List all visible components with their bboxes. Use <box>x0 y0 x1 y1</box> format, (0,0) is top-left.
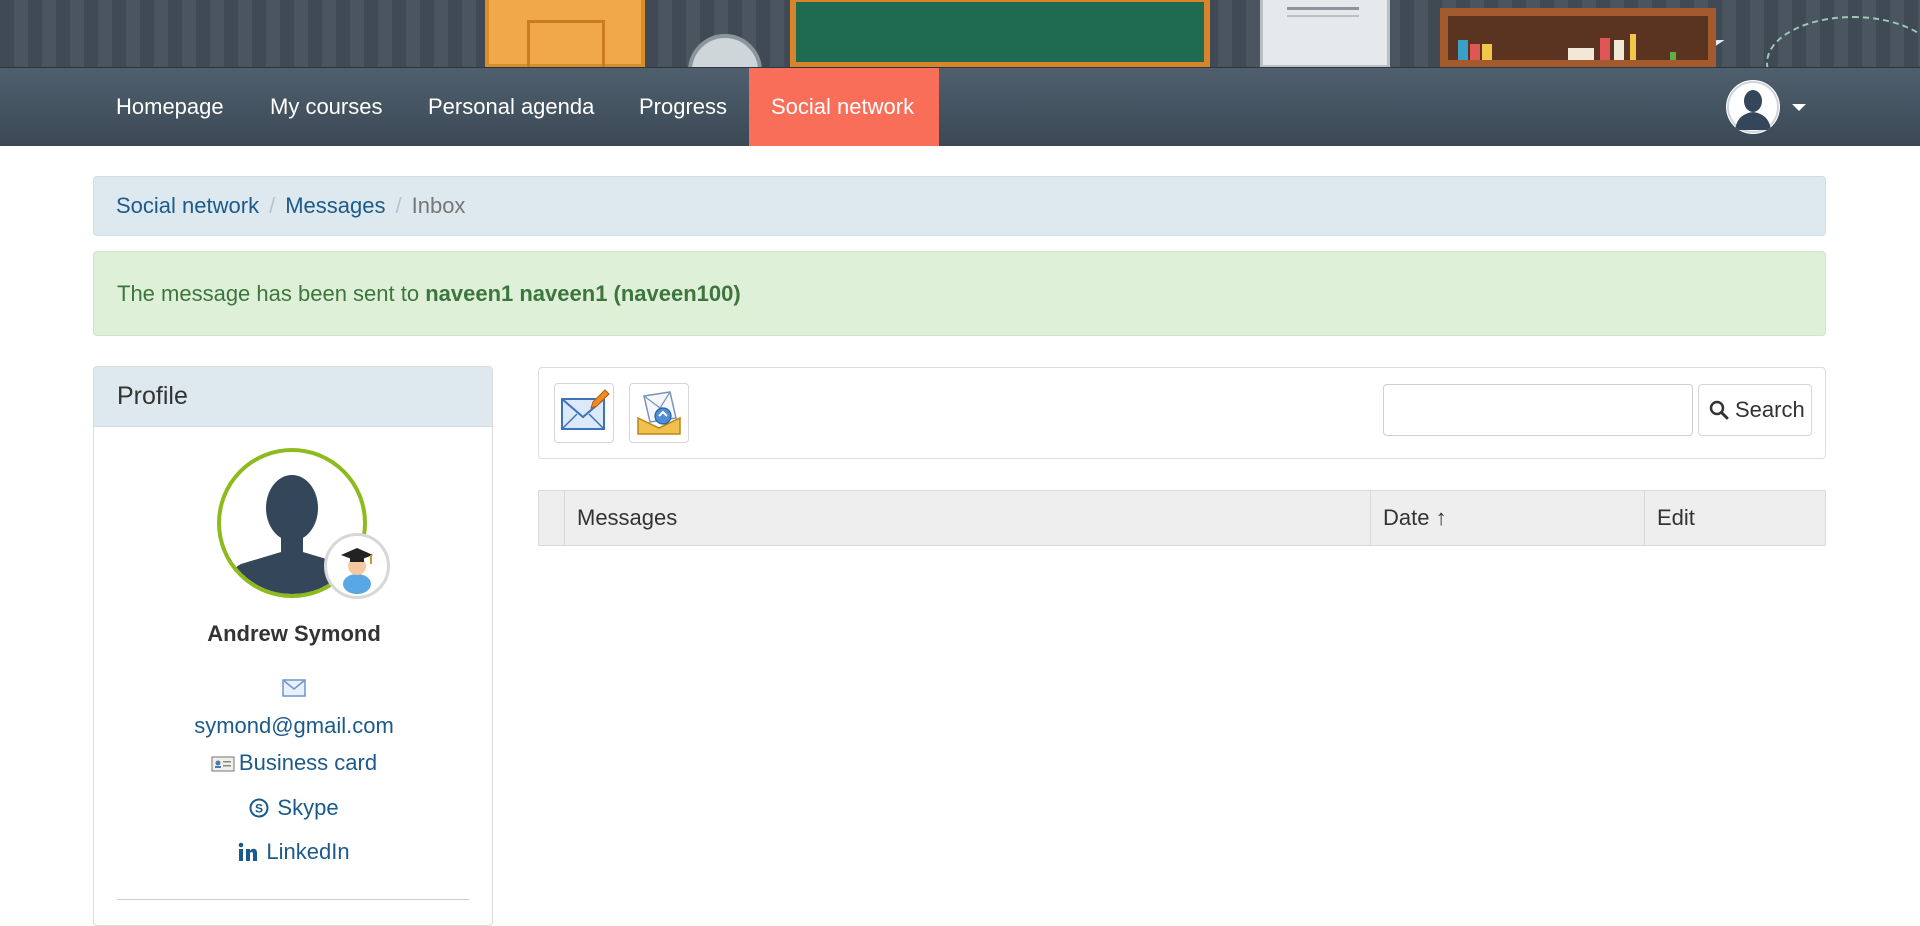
column-header-date[interactable]: Date ↑ <box>1371 491 1645 545</box>
alert-text: The message has been sent to <box>117 281 426 306</box>
linkedin-link[interactable]: LinkedIn <box>94 839 492 865</box>
breadcrumb-separator: / <box>395 193 402 218</box>
column-header-edit: Edit <box>1657 505 1695 530</box>
sent-messages-icon <box>637 391 681 435</box>
student-role-icon <box>324 533 390 599</box>
business-card-link[interactable]: Business card <box>94 750 492 776</box>
breadcrumb: Social network / Messages / Inbox <box>93 176 1826 236</box>
envelope-icon <box>282 679 306 697</box>
profile-name: Andrew Symond <box>207 621 381 646</box>
breadcrumb-link-messages[interactable]: Messages <box>285 193 385 218</box>
profile-heading: Profile <box>94 367 492 427</box>
breadcrumb-current: Inbox <box>411 193 466 218</box>
linkedin-label: LinkedIn <box>266 839 350 864</box>
search-icon <box>1709 400 1729 420</box>
select-column-header[interactable] <box>539 491 565 545</box>
nav-item-my-courses[interactable]: My courses <box>248 68 404 146</box>
skype-icon: S <box>249 798 269 818</box>
user-menu-dropdown[interactable] <box>1726 80 1806 136</box>
sent-messages-button[interactable] <box>629 383 689 443</box>
nav-item-progress[interactable]: Progress <box>617 68 749 146</box>
email-icon-link[interactable] <box>94 677 492 703</box>
compose-message-icon <box>561 389 610 430</box>
linkedin-icon <box>239 842 258 861</box>
business-card-label: Business card <box>238 750 378 775</box>
nav-item-homepage[interactable]: Homepage <box>94 68 246 146</box>
business-card-icon <box>211 756 235 772</box>
chevron-down-icon <box>1792 104 1806 111</box>
profile-panel: Profile Andrew Symond symond@gmail.com B… <box>93 366 493 926</box>
profile-email-link[interactable]: symond@gmail.com <box>94 713 492 739</box>
search-input[interactable] <box>1383 384 1693 436</box>
messages-table: Messages Date ↑ Edit <box>538 490 1826 546</box>
search-button[interactable]: Search <box>1698 384 1812 436</box>
messages-toolbar: Search <box>538 367 1826 459</box>
banner-cabinet-illustration <box>1260 0 1390 67</box>
skype-label: Skype <box>277 795 339 820</box>
user-silhouette-icon <box>1727 81 1779 133</box>
banner-door-illustration <box>485 0 645 67</box>
breadcrumb-separator: / <box>269 193 276 218</box>
banner-bookshelf-illustration <box>1440 8 1716 67</box>
compose-message-button[interactable] <box>554 383 614 443</box>
header-banner <box>0 0 1920 67</box>
main-navbar: Homepage My courses Personal agenda Prog… <box>0 67 1920 146</box>
nav-item-personal-agenda[interactable]: Personal agenda <box>406 68 616 146</box>
svg-text:S: S <box>255 802 263 816</box>
search-button-label: Search <box>1735 397 1805 422</box>
user-avatar <box>1726 80 1780 134</box>
skype-link[interactable]: S Skype <box>94 795 492 821</box>
banner-chalkboard-illustration <box>790 0 1920 67</box>
profile-divider <box>117 899 469 900</box>
nav-item-social-network[interactable]: Social network <box>749 68 939 146</box>
column-header-messages[interactable]: Messages <box>565 491 1371 545</box>
banner-clock-illustration <box>688 34 762 67</box>
alert-recipient: naveen1 naveen1 (naveen100) <box>425 281 741 306</box>
breadcrumb-link-social-network[interactable]: Social network <box>116 193 259 218</box>
success-alert: The message has been sent to naveen1 nav… <box>93 251 1826 336</box>
